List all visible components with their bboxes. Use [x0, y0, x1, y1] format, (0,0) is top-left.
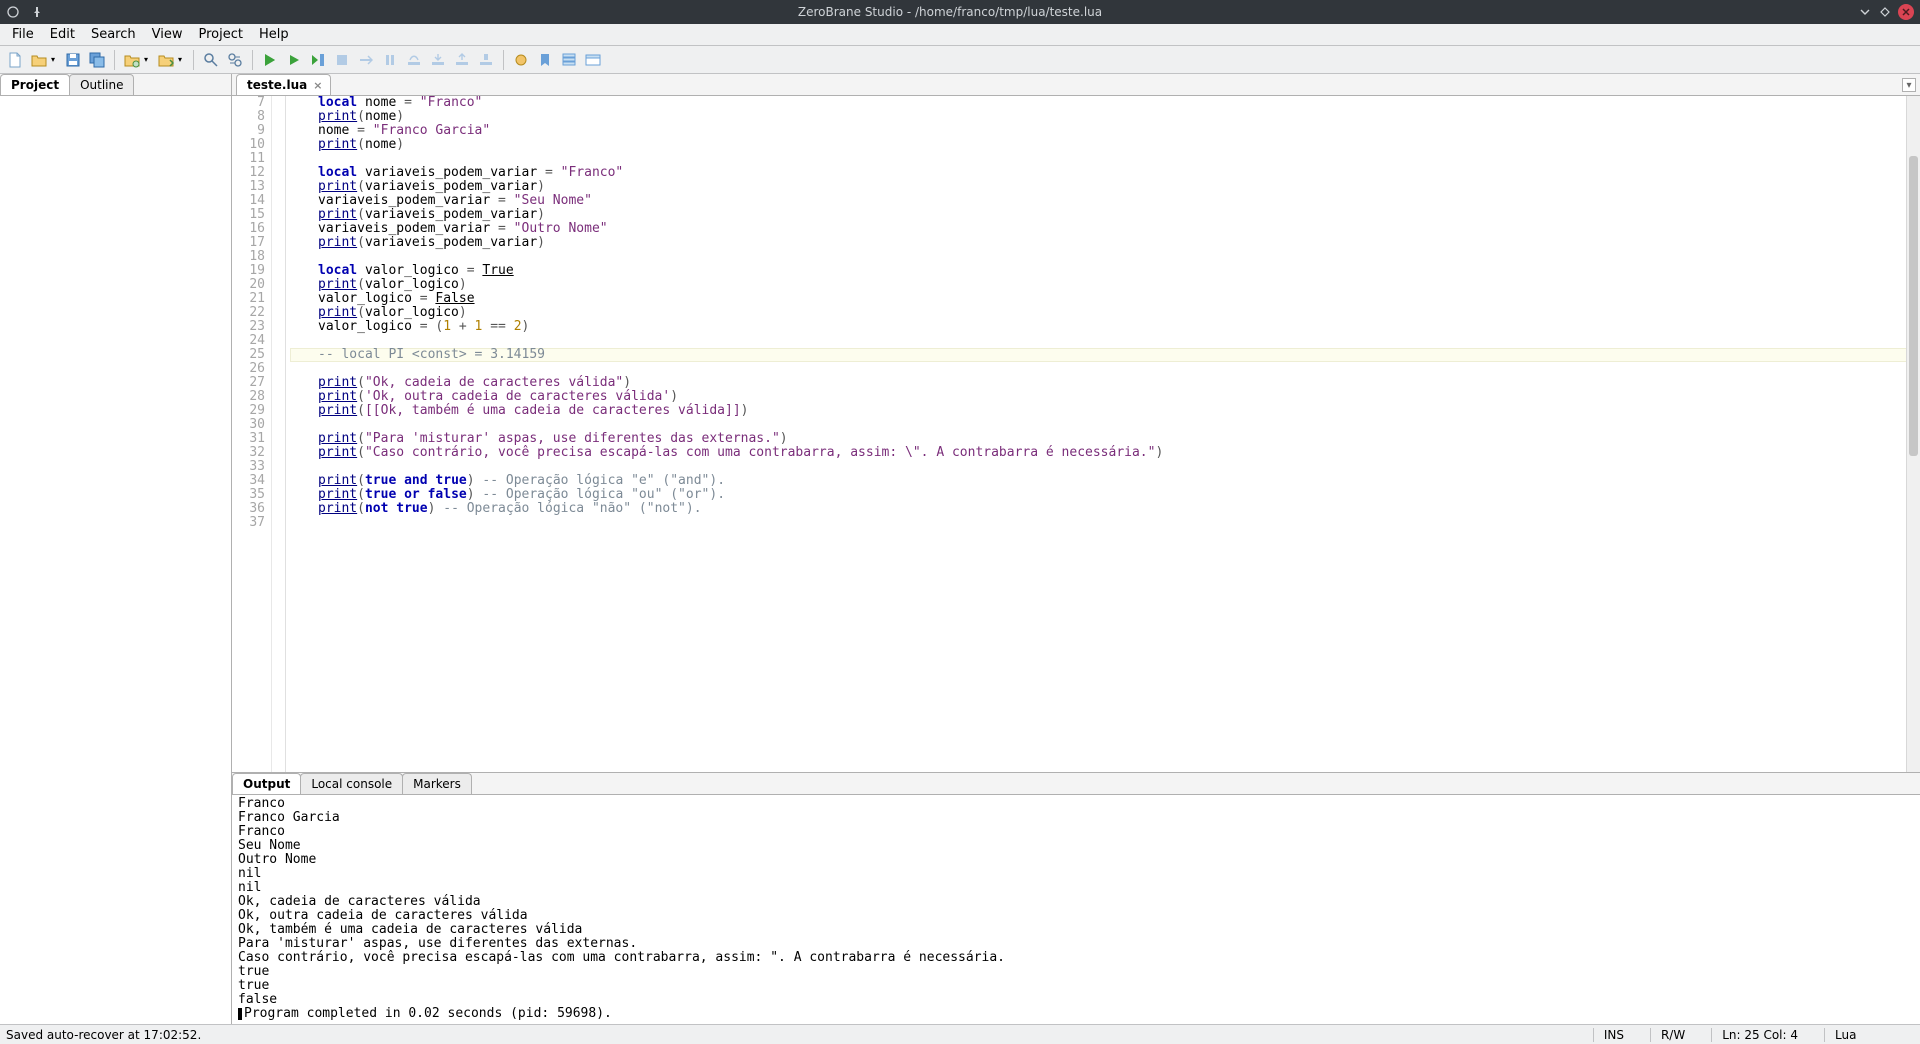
editor-area: teste.lua × ▾ 78910111213141516171819202… [232, 74, 1920, 1024]
window-title: ZeroBrane Studio - /home/franco/tmp/lua/… [66, 5, 1834, 19]
status-rw: R/W [1650, 1028, 1695, 1042]
pin-icon[interactable] [30, 5, 44, 19]
tab-local-console[interactable]: Local console [300, 773, 403, 794]
editor-gutter: 7891011121314151617181920212223242526272… [232, 96, 272, 772]
step-over-icon[interactable] [403, 49, 425, 71]
code-editor[interactable]: 7891011121314151617181920212223242526272… [232, 96, 1920, 772]
pause-icon[interactable] [379, 49, 401, 71]
editor-tab-label: teste.lua [247, 78, 307, 92]
status-lang: Lua [1824, 1028, 1914, 1042]
stop-icon[interactable] [331, 49, 353, 71]
step-into-icon[interactable] [427, 49, 449, 71]
menu-file[interactable]: File [4, 25, 42, 44]
menu-bar: File Edit Search View Project Help [0, 24, 1920, 46]
tool-bar: ▾ ▾ ▾ [0, 46, 1920, 74]
find-icon[interactable] [200, 49, 222, 71]
left-panel-tabs: Project Outline [0, 74, 231, 96]
new-file-icon[interactable] [4, 49, 26, 71]
bottom-panel-tabs: Output Local console Markers [232, 773, 1920, 795]
vertical-scrollbar[interactable] [1906, 96, 1920, 772]
break-icon[interactable] [355, 49, 377, 71]
editor-tabs: teste.lua × ▾ [232, 74, 1920, 96]
menu-edit[interactable]: Edit [42, 25, 83, 44]
chevron-down-icon[interactable]: ▾ [48, 49, 58, 71]
step-out-icon[interactable] [451, 49, 473, 71]
project-tree[interactable] [0, 96, 231, 1024]
minimize-icon[interactable] [1858, 5, 1872, 19]
output-panel: Output Local console Markers FrancoFranc… [232, 772, 1920, 1024]
open-file-icon[interactable]: ▾ [28, 49, 50, 71]
tab-output[interactable]: Output [232, 773, 301, 794]
chevron-down-icon[interactable]: ▾ [141, 49, 151, 71]
menu-help[interactable]: Help [251, 25, 297, 44]
status-bar: Saved auto-recover at 17:02:52. INS R/W … [0, 1024, 1920, 1044]
save-all-icon[interactable] [86, 49, 108, 71]
project-panel: Project Outline [0, 74, 232, 1024]
chevron-down-icon[interactable]: ▾ [1902, 78, 1916, 92]
editor-content[interactable]: local nome = "Franco"print(nome)nome = "… [286, 96, 1920, 772]
scrollbar-thumb[interactable] [1909, 156, 1918, 456]
title-bar: ZeroBrane Studio - /home/franco/tmp/lua/… [0, 0, 1920, 24]
menu-view[interactable]: View [144, 25, 191, 44]
menu-search[interactable]: Search [83, 25, 144, 44]
output-content[interactable]: FrancoFranco GarciaFrancoSeu NomeOutro N… [232, 795, 1920, 1024]
save-file-icon[interactable] [62, 49, 84, 71]
status-message: Saved auto-recover at 17:02:52. [6, 1028, 1577, 1042]
stack-icon[interactable] [558, 49, 580, 71]
app-menu-icon[interactable] [6, 5, 20, 19]
watch-icon[interactable] [582, 49, 604, 71]
fold-margin[interactable] [272, 96, 286, 772]
main-area: Project Outline teste.lua × ▾ 7891011121… [0, 74, 1920, 1024]
status-ins: INS [1593, 1028, 1634, 1042]
tab-project[interactable]: Project [0, 74, 70, 95]
close-icon[interactable] [1898, 4, 1914, 20]
menu-project[interactable]: Project [190, 25, 250, 44]
editor-tab-teste[interactable]: teste.lua × [236, 74, 331, 95]
run-to-cursor-icon[interactable] [307, 49, 329, 71]
tab-markers[interactable]: Markers [402, 773, 472, 794]
maximize-icon[interactable] [1878, 5, 1892, 19]
project-dir-icon[interactable]: ▾ [121, 49, 143, 71]
continue-icon[interactable] [475, 49, 497, 71]
run-no-debug-icon[interactable] [283, 49, 305, 71]
tab-outline[interactable]: Outline [69, 74, 134, 95]
run-icon[interactable] [259, 49, 281, 71]
status-pos: Ln: 25 Col: 4 [1711, 1028, 1808, 1042]
recent-projects-icon[interactable]: ▾ [155, 49, 177, 71]
close-icon[interactable]: × [313, 79, 322, 92]
bookmark-icon[interactable] [534, 49, 556, 71]
replace-icon[interactable] [224, 49, 246, 71]
chevron-down-icon[interactable]: ▾ [175, 49, 185, 71]
toggle-breakpoint-icon[interactable] [510, 49, 532, 71]
